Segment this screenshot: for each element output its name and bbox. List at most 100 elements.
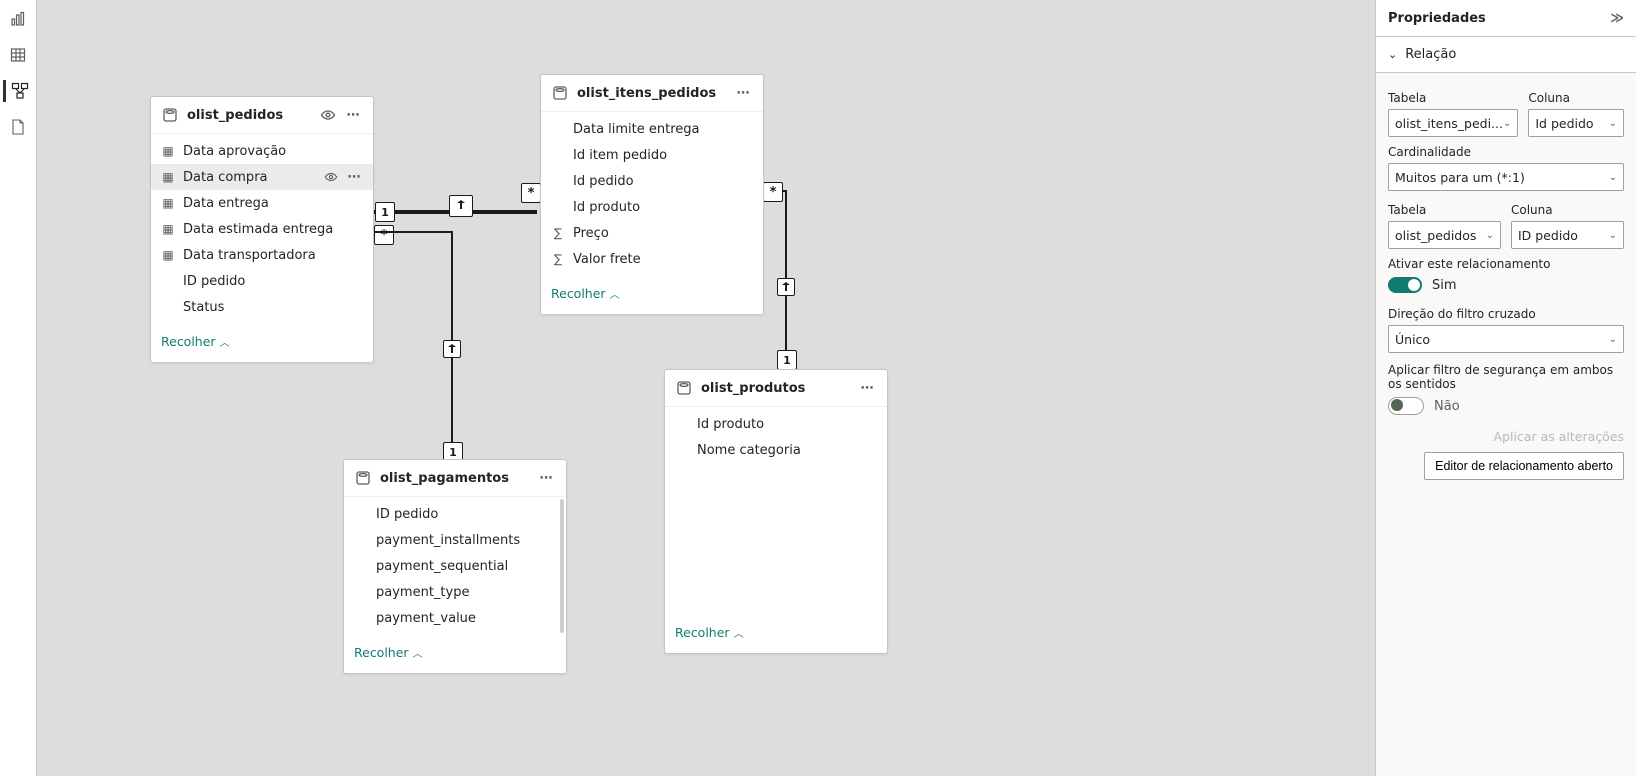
field-row[interactable]: Nome categoria: [665, 437, 887, 463]
field-row[interactable]: ▦ Data estimada entrega: [151, 216, 373, 242]
more-icon[interactable]: ⋯: [538, 469, 556, 487]
field-label: payment_installments: [376, 533, 556, 548]
table-title: olist_itens_pedidos: [577, 86, 716, 101]
field-label: Id produto: [573, 200, 753, 215]
model-view-icon[interactable]: [9, 80, 31, 102]
table-card-itens[interactable]: olist_itens_pedidos ⋯ Data limite entreg…: [540, 74, 764, 315]
table2-select[interactable]: olist_pedidos⌄: [1388, 221, 1501, 249]
cardinality-one-badge: 1: [375, 202, 395, 222]
label-cardinality: Cardinalidade: [1388, 145, 1624, 159]
field-label: Valor frete: [573, 252, 753, 267]
field-label: Id produto: [697, 417, 877, 432]
report-view-icon[interactable]: [7, 8, 29, 30]
field-label: Status: [183, 300, 363, 315]
more-icon[interactable]: ⋯: [345, 106, 363, 124]
filter-direction-icon: [777, 278, 795, 296]
label-activate: Ativar este relacionamento: [1388, 257, 1624, 271]
calendar-icon: ▦: [161, 222, 175, 236]
table1-select[interactable]: olist_itens_pedi...⌄: [1388, 109, 1518, 137]
filter-direction-icon: [443, 340, 461, 358]
field-label: Data entrega: [183, 196, 363, 211]
data-view-icon[interactable]: [7, 44, 29, 66]
field-row[interactable]: Status: [151, 294, 373, 320]
cardinality-one-badge: 1: [777, 350, 797, 370]
column1-select[interactable]: Id pedido⌄: [1528, 109, 1624, 137]
table-card-pedidos[interactable]: olist_pedidos ⋯ ▦Data aprovação ▦ Data c…: [150, 96, 374, 363]
view-rail: [0, 0, 37, 776]
sigma-icon: ∑: [551, 252, 565, 266]
label-column: Coluna: [1528, 91, 1624, 105]
field-label: Preço: [573, 226, 753, 241]
field-row[interactable]: payment_installments: [344, 527, 566, 553]
field-row[interactable]: ID pedido: [151, 268, 373, 294]
field-row[interactable]: payment_type: [344, 579, 566, 605]
label-table: Tabela: [1388, 203, 1501, 217]
visibility-icon[interactable]: [319, 106, 337, 124]
collapse-link[interactable]: Recolher︿: [354, 645, 423, 660]
chevron-down-icon: ⌄: [1609, 118, 1617, 129]
collapse-panel-icon[interactable]: ≫: [1610, 11, 1624, 26]
collapse-link[interactable]: Recolher︿: [551, 286, 620, 301]
label-crossfilter: Direção do filtro cruzado: [1388, 307, 1624, 321]
filter-direction-icon: [449, 195, 473, 217]
table-title: olist_pagamentos: [380, 471, 509, 486]
chevron-down-icon: ⌄: [1609, 172, 1617, 183]
field-label: Nome categoria: [697, 443, 877, 458]
field-row[interactable]: ∑ Preço: [541, 220, 763, 246]
security-toggle[interactable]: [1388, 397, 1424, 415]
activate-toggle[interactable]: [1388, 277, 1422, 293]
relationship-line: [372, 231, 451, 233]
field-label: Data compra: [183, 170, 315, 185]
field-row[interactable]: ∑ Valor frete: [541, 246, 763, 272]
collapse-link[interactable]: Recolher︿: [161, 334, 230, 349]
field-row[interactable]: Id produto: [541, 194, 763, 220]
field-label: ID pedido: [376, 507, 556, 522]
calendar-icon: ▦: [161, 196, 175, 210]
more-icon[interactable]: ⋯: [859, 379, 877, 397]
scrollbar[interactable]: [560, 499, 564, 633]
dax-view-icon[interactable]: [7, 116, 29, 138]
field-row[interactable]: Data limite entrega: [541, 116, 763, 142]
field-label: Id item pedido: [573, 148, 753, 163]
field-row[interactable]: ▦Data transportadora: [151, 242, 373, 268]
field-row[interactable]: ▦ Data entrega: [151, 190, 373, 216]
section-header[interactable]: ⌄ Relação: [1376, 37, 1636, 73]
table-card-produtos[interactable]: olist_produtos ⋯ Id produto Nome categor…: [664, 369, 888, 654]
column2-select[interactable]: ID pedido⌄: [1511, 221, 1624, 249]
open-relationship-editor-button[interactable]: Editor de relacionamento aberto: [1424, 452, 1624, 480]
more-icon[interactable]: ⋯: [735, 84, 753, 102]
table-card-pagamentos[interactable]: olist_pagamentos ⋯ ID pedido payment_ins…: [343, 459, 567, 674]
cardinality-select[interactable]: Muitos para um (*:1)⌄: [1388, 163, 1624, 191]
table-icon: [161, 106, 179, 124]
chevron-down-icon: ⌄: [1486, 230, 1494, 241]
more-icon[interactable]: ⋯: [347, 170, 363, 185]
label-table: Tabela: [1388, 91, 1518, 105]
field-label: ID pedido: [183, 274, 363, 289]
field-label: Data transportadora: [183, 248, 363, 263]
cardinality-many-badge: *: [374, 225, 394, 245]
field-row[interactable]: payment_sequential: [344, 553, 566, 579]
sigma-icon: ∑: [551, 226, 565, 240]
collapse-link[interactable]: Recolher︿: [675, 625, 744, 640]
panel-title: Propriedades: [1388, 11, 1486, 26]
field-row[interactable]: ID pedido: [344, 501, 566, 527]
field-row[interactable]: payment_value: [344, 605, 566, 631]
table-title: olist_pedidos: [187, 108, 283, 123]
visibility-icon[interactable]: [323, 170, 339, 184]
chevron-down-icon: ⌄: [1388, 48, 1397, 61]
model-canvas[interactable]: 1 * * 1 * 1 olist_pedidos: [37, 0, 1375, 776]
crossfilter-select[interactable]: Único⌄: [1388, 325, 1624, 353]
field-label: Data estimada entrega: [183, 222, 363, 237]
field-label: payment_value: [376, 611, 556, 626]
field-row[interactable]: Id produto: [665, 411, 887, 437]
field-label: Data limite entrega: [573, 122, 753, 137]
field-row[interactable]: Id pedido: [541, 168, 763, 194]
field-label: payment_sequential: [376, 559, 556, 574]
field-row[interactable]: ▦Data aprovação: [151, 138, 373, 164]
table-title: olist_produtos: [701, 381, 805, 396]
field-row[interactable]: Id item pedido: [541, 142, 763, 168]
table-icon: [675, 379, 693, 397]
toggle-state: Sim: [1432, 278, 1457, 293]
toggle-state: Não: [1434, 399, 1460, 414]
field-row[interactable]: ▦ Data compra ⋯: [151, 164, 373, 190]
